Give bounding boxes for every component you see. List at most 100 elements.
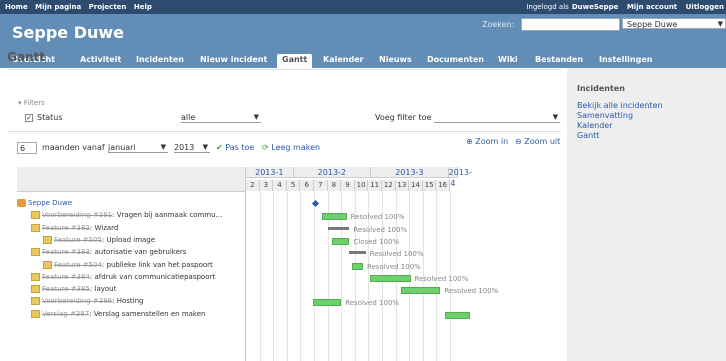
issue-subject: layout [94,285,117,294]
gantt-task-bar[interactable] [401,287,441,295]
issue-subject: publieke link van het paspoort [106,260,213,269]
sidebar-link-calendar[interactable]: Kalender [577,121,613,130]
sidebar-link-summary[interactable]: Samenvatting [577,111,633,120]
project-header: Seppe Duwe Zoeken: Seppe Duwe ▼ [0,14,726,52]
gantt-week-header: 14 [409,180,423,191]
gantt-parent-bar[interactable] [349,251,366,255]
zoom-out-label: Zoom uit [524,137,561,146]
gantt-issue-row[interactable]: Feature #505: Upload image [43,235,155,248]
gantt-grid-line [259,191,261,361]
tab-bestanden[interactable]: Bestanden [535,54,583,68]
chevron-down-icon: ▼ [202,143,208,151]
issue-subject: Hosting [116,297,144,306]
project-jump-select[interactable]: Seppe Duwe ▼ [622,18,726,29]
title-divider [7,69,561,70]
logged-in-user[interactable]: DuweSeppe [572,3,619,11]
zoom-in-link[interactable]: ⊕ Zoom in [466,137,508,146]
tab-incidenten[interactable]: Incidenten [136,54,184,68]
tab-kalender[interactable]: Kalender [323,54,364,68]
gantt-issue-row[interactable]: Voorbereiding #386: Hosting [31,297,144,309]
issue-subject: afdruk van communicatiepaspoort [94,272,216,281]
gantt-project-row[interactable]: Seppe Duwe [17,199,72,211]
apply-link[interactable]: ✔ Pas toe [216,143,254,152]
issue-id-link[interactable]: Verslag #387 [42,310,89,318]
tab-nieuw-incident[interactable]: Nieuw incident [200,54,267,68]
gantt-issue-row[interactable]: Feature #384: afdruk van communicatiepas… [31,272,216,285]
filters-toggle[interactable]: ▾ Filters [18,99,45,107]
tab-activiteit[interactable]: Activiteit [80,54,121,68]
tab-nieuws[interactable]: Nieuws [379,54,412,68]
issue-id-link[interactable]: Voorbereiding #381 [42,211,112,219]
gantt-bar-status: Resolved 100% [369,250,424,259]
issue-subject[interactable]: Seppe Duwe [28,199,72,207]
issue-id-link[interactable]: Voorbereiding #386 [42,297,112,305]
logout-link[interactable]: Uitloggen [686,3,724,11]
project-jump-value: Seppe Duwe [627,20,678,29]
chevron-down-icon: ▼ [253,113,259,121]
gantt-parent-bar[interactable] [327,226,350,230]
tab-wiki[interactable]: Wiki [498,54,518,68]
chevron-down-icon: ▼ [552,113,558,121]
issue-icon [31,297,40,306]
gantt-issue-row[interactable]: Voorbereiding #381: Vragen bij aanmaak c… [31,211,222,223]
gantt-bar-status: Resolved 100% [350,213,405,222]
gantt-issue-row[interactable]: Feature #382: Wizard [31,223,119,236]
year-select[interactable]: 2013 ▼ [174,142,210,153]
gantt-week-header: 6 [300,180,314,191]
issue-icon [31,285,40,294]
zoom-out-icon: ⊖ [515,137,522,146]
gantt-issue-row[interactable]: Feature #504: publieke link van het pasp… [43,260,213,273]
issue-icon [43,260,52,269]
gantt-task-bar[interactable] [369,274,411,282]
gantt-quarter-header: 2013-2 [293,167,372,178]
gantt-week-header: 7 [314,180,328,191]
tab-instellingen[interactable]: Instellingen [599,54,652,68]
tab-documenten[interactable]: Documenten [427,54,484,68]
add-filter-select[interactable]: ▼ [434,112,560,123]
tab-gantt[interactable]: Gantt [277,54,313,68]
project-start-marker [311,199,319,208]
gantt-task-bar[interactable] [322,213,347,221]
sidebar-link-gantt[interactable]: Gantt [577,131,599,140]
issue-id-link[interactable]: Feature #384 [42,273,90,281]
issue-subject: Vragen bij aanmaak commu... [116,211,223,220]
issue-subject: Verslag samenstellen en maken [93,309,206,318]
gantt-issue-row[interactable]: Verslag #387: Verslag samenstellen en ma… [31,309,206,322]
issue-id-link[interactable]: Feature #383 [42,248,90,256]
top-menu-home[interactable]: Home [5,3,28,11]
top-menu-projects[interactable]: Projecten [89,3,127,11]
gantt-grid-line [314,191,315,361]
issue-id-link[interactable]: Feature #385 [42,285,90,293]
status-operator-select[interactable]: alle ▼ [181,112,261,123]
apply-label: Pas toe [225,143,255,152]
gantt-task-bar[interactable] [352,262,363,270]
search-input[interactable] [521,18,620,31]
clear-link[interactable]: ⟳ Leeg maken [262,143,320,152]
issue-subject: autorisatie van gebruikers [94,248,187,257]
issue-id-link[interactable]: Feature #504 [54,261,102,269]
gantt-grid-line [300,191,302,361]
status-operator-value: alle [181,113,196,122]
issue-id-link[interactable]: Feature #382 [42,224,90,232]
issue-icon [31,248,40,257]
gantt-bar-status: Resolved 100% [414,274,469,283]
status-checkbox[interactable]: ✓ [25,114,33,122]
months-input[interactable]: 6 [17,142,37,154]
gantt-task-bar[interactable] [444,311,471,319]
sidebar-heading: Incidenten [577,84,625,93]
gantt-task-bar[interactable] [312,299,342,307]
gantt-bar-status: Resolved 100% [366,262,421,271]
page-title: Gantt [7,50,45,64]
sidebar-link-all-issues[interactable]: Bekijk alle incidenten [577,101,663,110]
issue-subject: Wizard [94,223,119,232]
zoom-out-link[interactable]: ⊖ Zoom uit [515,137,560,146]
issue-id-link[interactable]: Feature #505 [54,236,102,244]
gantt-task-bar[interactable] [331,237,350,245]
top-menu-my-page[interactable]: Mijn pagina [35,3,81,11]
gantt-issue-row[interactable]: Feature #383: autorisatie van gebruikers [31,248,186,260]
gantt-issue-row[interactable]: Feature #385: layout [31,285,116,297]
my-account-link[interactable]: Mijn account [627,3,677,11]
month-select[interactable]: januari ▼ [108,142,168,153]
top-menu-help[interactable]: Help [134,3,152,11]
gantt-week-header: 2 [246,180,260,191]
